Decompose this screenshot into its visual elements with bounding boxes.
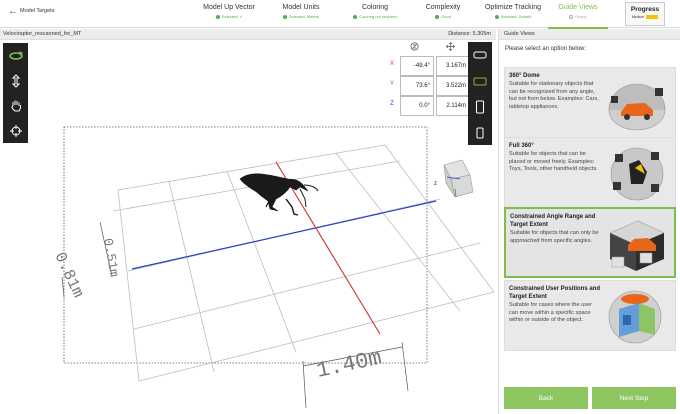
width-dimension-label: 1.40m	[314, 346, 384, 384]
option-constrained-angle-range[interactable]: Constrained Angle Range and Target Exten…	[504, 207, 676, 278]
step-name: Model Units	[282, 4, 320, 11]
sphere-illustration-icon	[610, 147, 664, 201]
phone-icon[interactable]	[468, 120, 492, 146]
z-axis-line	[131, 200, 437, 270]
progress-label: Progress	[630, 6, 660, 13]
cube-axis-label: z	[434, 181, 437, 187]
option-title: Full 360°	[509, 143, 534, 149]
step-coloring[interactable]: Coloring Coloring not required	[340, 4, 410, 19]
guide-views-panel: Guide Views Please select an option belo…	[498, 29, 680, 414]
3d-viewport[interactable]: 1.40m 0.51m 0.81m z Velociraptor_rescann…	[0, 29, 496, 414]
option-description: Suitable for objects that can be placed …	[509, 151, 598, 172]
option-description: Suitable for cases where the user can mo…	[509, 302, 593, 323]
user-positions-illustration-icon	[608, 290, 662, 344]
tablet-landscape-icon[interactable]	[468, 68, 492, 94]
rotation-icon	[410, 42, 419, 53]
progress-level: Medium	[626, 15, 664, 19]
step-status: Ready	[548, 14, 608, 19]
orbit-icon[interactable]	[3, 43, 28, 68]
status-dot-icon	[353, 14, 358, 19]
step-name: Coloring	[361, 4, 389, 11]
move-icon	[446, 42, 455, 53]
step-status: Selected: Meters	[266, 14, 336, 19]
progress-bar	[646, 15, 659, 19]
back-button[interactable]: Back	[504, 387, 588, 409]
step-status: Coloring not required	[340, 14, 410, 19]
crosshair-icon[interactable]	[3, 118, 28, 143]
velociraptor-model[interactable]	[239, 173, 319, 216]
status-dot-icon	[435, 14, 440, 19]
top-bar: ← Model Targets Model Up Vector Selected…	[0, 0, 680, 29]
option-description: Suitable for stationary objects that can…	[509, 81, 599, 110]
app-title: Model Targets	[20, 8, 55, 14]
step-optimize-tracking[interactable]: Optimize Tracking Selected: Default	[478, 4, 548, 19]
next-step-button[interactable]: Next Step	[592, 387, 676, 409]
panel-footer: Back Next Step	[504, 387, 676, 409]
axis-label-y: Y	[389, 81, 394, 87]
status-dot-icon	[215, 14, 220, 19]
step-complexity[interactable]: Complexity Good	[408, 4, 478, 19]
panel-header: Guide Views	[499, 29, 680, 40]
step-status: Selected: Y	[194, 14, 264, 19]
viewport-header: Velociraptor_rescanned_for_MT Distance: …	[0, 29, 496, 40]
dome-illustration-icon	[608, 83, 666, 131]
option-360-dome[interactable]: 360° Dome Suitable for stationary object…	[504, 67, 676, 138]
y-angle-field[interactable]: 73.6°	[400, 76, 434, 96]
option-description: Suitable for objects that can only be ap…	[510, 230, 599, 244]
bounding-box	[63, 126, 428, 364]
step-status: Selected: Default	[478, 14, 548, 19]
step-status: Good	[408, 14, 478, 19]
y-distance-field[interactable]: 3.522m	[436, 76, 470, 96]
step-guide-views[interactable]: Guide Views Ready	[548, 4, 608, 29]
option-title: 360° Dome	[509, 73, 540, 79]
headset-icon[interactable]	[468, 42, 492, 68]
vertical-move-icon[interactable]	[3, 68, 28, 93]
option-title: Constrained Angle Range and Target Exten…	[510, 214, 596, 228]
status-dot-icon	[569, 14, 574, 19]
status-dot-icon	[494, 14, 499, 19]
height-dimension-label: 0.51m	[100, 237, 122, 278]
option-full-360[interactable]: Full 360° Suitable for objects that can …	[504, 137, 676, 208]
z-angle-field[interactable]: 0.0°	[400, 96, 434, 116]
x-angle-field[interactable]: -49.4°	[400, 56, 434, 76]
step-name: Guide Views	[558, 4, 598, 11]
angle-range-illustration-icon	[609, 220, 665, 271]
view-toolstrip	[3, 43, 28, 118]
progress-indicator[interactable]: Progress Medium	[625, 2, 665, 26]
back-arrow-icon[interactable]: ←	[8, 6, 18, 17]
step-name: Complexity	[425, 4, 461, 11]
step-model-units[interactable]: Model Units Selected: Meters	[266, 4, 336, 19]
orientation-cube[interactable]: z	[434, 159, 474, 198]
status-dot-icon	[282, 14, 287, 19]
depth-dimension-label: 0.81m	[50, 250, 87, 301]
axis-label-z: Z	[390, 101, 394, 107]
pan-hand-icon[interactable]	[3, 93, 28, 118]
option-title: Constrained User Positions and Target Ex…	[509, 286, 601, 300]
step-model-up-vector[interactable]: Model Up Vector Selected: Y	[194, 4, 264, 19]
distance-readout: Distance: 5.305m	[448, 31, 491, 37]
x-distance-field[interactable]: 3.167m	[436, 56, 470, 76]
option-constrained-user-positions[interactable]: Constrained User Positions and Target Ex…	[504, 280, 676, 351]
panel-prompt: Please select an option below:	[505, 46, 587, 52]
model-name: Velociraptor_rescanned_for_MT	[3, 31, 82, 37]
axis-label-x: X	[389, 61, 394, 67]
step-name: Optimize Tracking	[484, 4, 542, 11]
step-name: Model Up Vector	[203, 4, 255, 11]
z-distance-field[interactable]: 2.114m	[436, 96, 470, 116]
device-toolbar	[468, 42, 492, 145]
tablet-portrait-icon[interactable]	[468, 94, 492, 120]
